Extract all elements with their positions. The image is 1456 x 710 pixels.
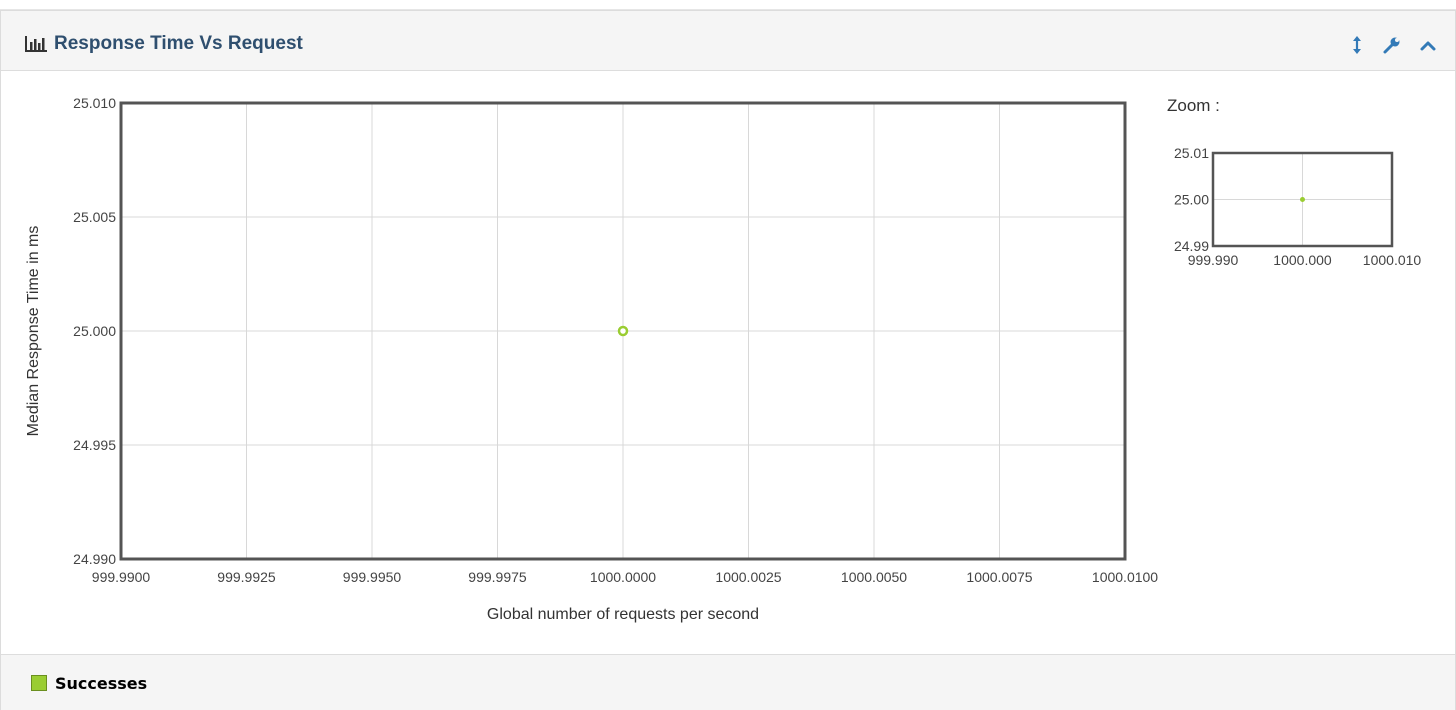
y-tick-label: 24.995 [73,437,116,453]
y-axis-label: Median Response Time in ms [25,226,42,437]
zoom-data-point [1300,197,1305,202]
legend-swatch-successes[interactable] [31,675,47,691]
x-tick-label: 999.9925 [217,569,276,585]
zoom-label: Zoom : [1167,96,1220,115]
panel-header: Response Time Vs Request [1,11,1455,71]
zoom-x-tick-label: 1000.010 [1363,252,1422,268]
x-tick-label: 1000.0000 [590,569,656,585]
zoom-y-tick-label: 25.01 [1174,145,1209,161]
resize-icon[interactable] [1347,35,1367,55]
x-axis-label: Global number of requests per second [487,606,759,623]
top-strip [0,0,1456,10]
x-tick-label: 1000.0075 [966,569,1032,585]
chart-panel: Response Time Vs Request 999.9900 999.992… [0,10,1456,710]
x-tick-label: 999.9900 [92,569,151,585]
y-tick-label: 25.010 [73,95,116,111]
x-tick-label: 1000.0100 [1092,569,1158,585]
wrench-icon[interactable] [1382,35,1402,55]
x-tick-label: 1000.0025 [715,569,781,585]
legend-label-successes[interactable]: Successes [55,674,147,693]
y-tick-label: 25.005 [73,209,116,225]
panel-title: Response Time Vs Request [54,33,303,54]
y-tick-label: 24.990 [73,551,116,567]
y-tick-label: 25.000 [73,323,116,339]
main-chart: 999.9900 999.9925 999.9950 999.9975 1000.000… [25,95,1158,623]
chevron-up-icon[interactable] [1418,35,1438,55]
data-point [617,325,629,337]
x-tick-label: 999.9950 [343,569,402,585]
zoom-x-tick-label: 999.990 [1188,252,1239,268]
zoom-y-tick-label: 24.99 [1174,238,1209,254]
zoom-x-tick-label: 1000.000 [1273,252,1332,268]
bar-chart-icon [25,36,47,52]
zoom-y-tick-label: 25.00 [1174,192,1209,208]
x-tick-label: 999.9975 [468,569,527,585]
x-tick-label: 1000.0050 [841,569,907,585]
zoom-chart[interactable]: 999.990 1000.000 1000.010 25.01 25.00 24.99 [1161,131,1441,271]
legend: Successes [1,654,1455,710]
